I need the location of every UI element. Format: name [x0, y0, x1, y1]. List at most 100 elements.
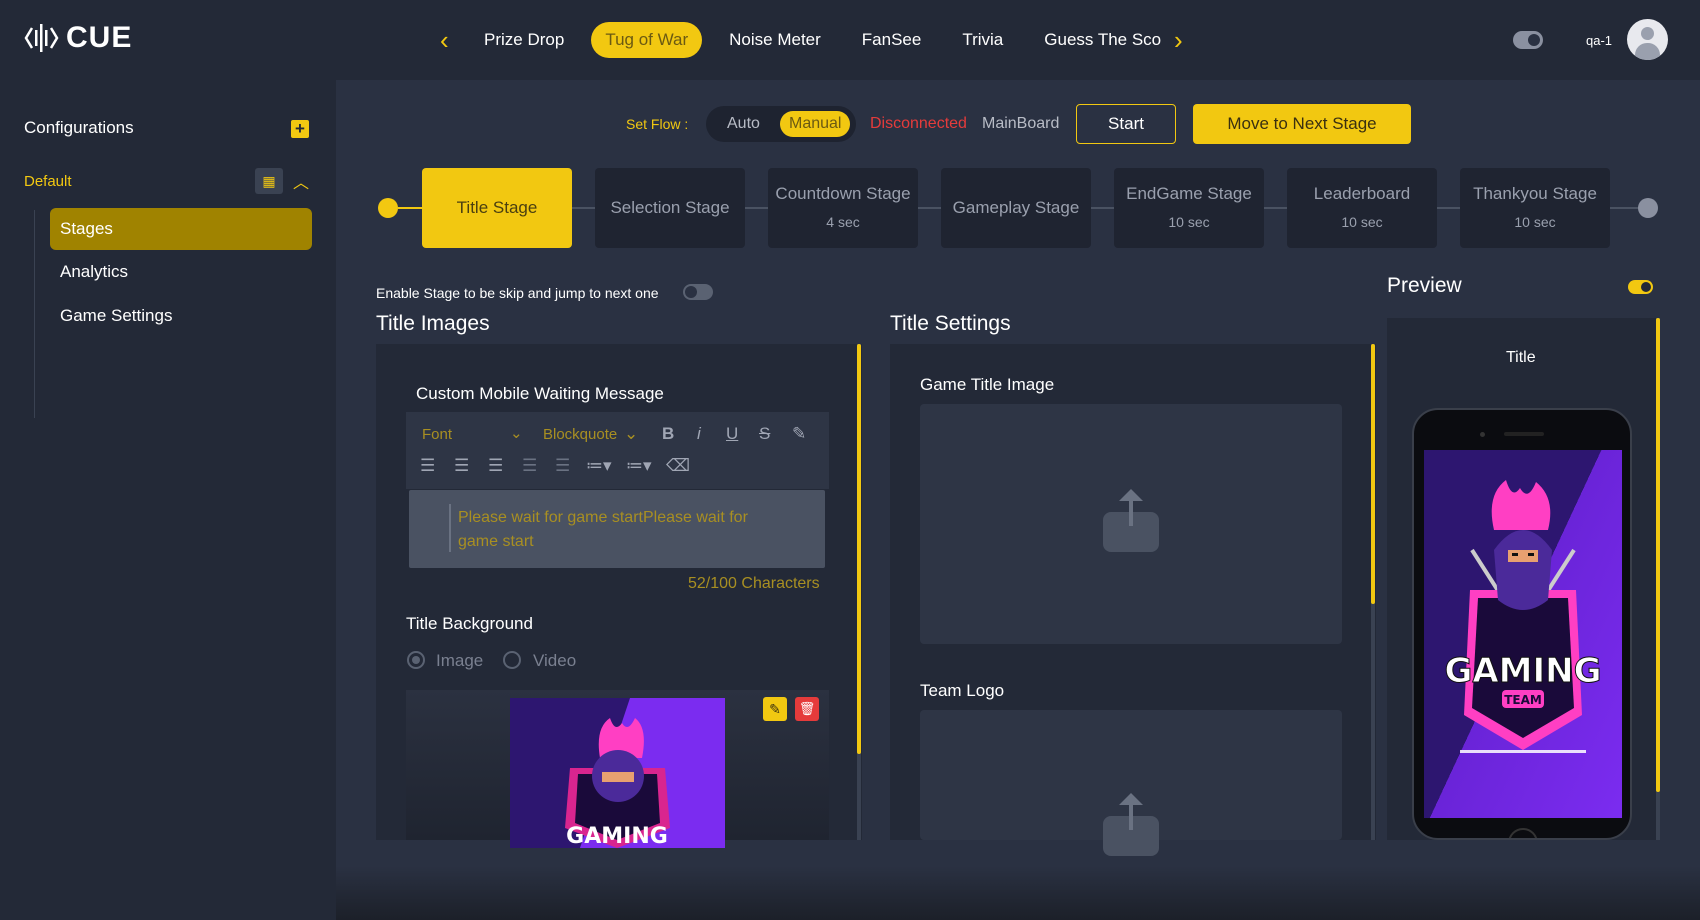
sidebar-item-game-settings[interactable]: Game Settings [50, 295, 312, 337]
skip-stage-toggle[interactable] [683, 284, 713, 300]
stage-title[interactable]: Title Stage [422, 168, 572, 248]
svg-text:GAMING: GAMING [566, 824, 668, 848]
sidebar: Configurations + Default ▦ ︿ Stages Anal… [0, 80, 336, 920]
strikethrough-icon[interactable]: S [759, 424, 770, 444]
scrollbar[interactable] [857, 344, 861, 754]
game-title-image-upload[interactable] [920, 404, 1342, 644]
tab-noise-meter[interactable]: Noise Meter [715, 22, 835, 58]
eraser-icon[interactable]: ⌫ [666, 456, 690, 476]
phone-speaker [1504, 432, 1544, 436]
sidebar-item-analytics[interactable]: Analytics [50, 251, 312, 293]
nav-prev-icon[interactable]: ‹ [440, 26, 449, 54]
board-name: MainBoard [982, 115, 1060, 132]
tab-tug-of-war[interactable]: Tug of War [591, 22, 703, 58]
stage-leaderboard[interactable]: Leaderboard 10 sec [1287, 168, 1437, 248]
game-title-image-label: Game Title Image [920, 375, 1055, 394]
stage-endgame[interactable]: EndGame Stage 10 sec [1114, 168, 1264, 248]
blockquote-select[interactable]: Blockquote [543, 426, 617, 443]
bold-icon[interactable]: B [662, 424, 674, 444]
cue-logo-icon [24, 24, 59, 52]
team-logo-label: Team Logo [920, 681, 1005, 700]
start-button[interactable]: Start [1076, 104, 1176, 144]
qr-code-icon[interactable]: ▦ [255, 168, 283, 194]
avatar[interactable] [1627, 19, 1668, 60]
sidebar-tree-line [34, 210, 35, 418]
team-text: TEAM [1504, 693, 1542, 707]
scrollbar[interactable] [1656, 318, 1660, 792]
flow-option-auto[interactable]: Auto [718, 111, 769, 137]
blockquote-bar [449, 504, 451, 552]
flow-option-manual[interactable]: Manual [780, 111, 851, 137]
delete-icon[interactable]: 🗑 [795, 697, 819, 721]
team-logo-upload[interactable] [920, 710, 1342, 856]
chevron-up-icon[interactable]: ︿ [293, 169, 309, 193]
italic-icon[interactable]: i [697, 424, 701, 444]
flow-mode-switch[interactable]: Auto Manual [706, 106, 856, 142]
logo[interactable]: CUE [24, 20, 132, 56]
phone-mockup: GAMING TEAM [1412, 408, 1632, 840]
align-right-icon[interactable]: ☰ [488, 456, 503, 476]
tab-prize-drop[interactable]: Prize Drop [470, 22, 578, 58]
config-group-label[interactable]: Default [24, 173, 72, 190]
outdent-icon[interactable]: ☰ [522, 456, 537, 476]
tab-trivia[interactable]: Trivia [948, 22, 1017, 58]
font-select[interactable]: Font [422, 426, 452, 443]
chevron-down-icon[interactable]: ⌄ [624, 424, 638, 444]
skip-stage-label: Enable Stage to be skip and jump to next… [376, 285, 659, 301]
tab-fansee[interactable]: FanSee [848, 22, 936, 58]
stage-name: Leaderboard [1313, 184, 1411, 203]
indent-icon[interactable]: ☰ [555, 456, 570, 476]
user-icon-body [1635, 43, 1660, 60]
chevron-down-icon[interactable]: ⌄ [510, 424, 523, 442]
phone-camera [1480, 432, 1485, 437]
radio-video-label[interactable]: Video [533, 651, 576, 671]
radio-video[interactable] [503, 651, 521, 669]
radio-image-label[interactable]: Image [436, 651, 483, 671]
theme-toggle[interactable] [1513, 31, 1543, 49]
top-bar: CUE ‹ Prize Drop Tug of War Noise Meter … [0, 0, 1700, 80]
editor-toolbar: Font ⌄ Blockquote ⌄ B i U S ✎ ☰ ☰ ☰ ☰ ☰ … [406, 412, 829, 489]
upload-arrow-head [1119, 489, 1143, 501]
stage-name: Selection Stage [610, 198, 730, 217]
nav-next-icon[interactable]: › [1174, 26, 1183, 54]
phone-screen: GAMING TEAM [1424, 450, 1622, 818]
preview-stage-title: Title [1506, 349, 1536, 366]
stage-end-dot [1638, 198, 1658, 218]
stage-start-dot [378, 198, 424, 218]
stage-thankyou[interactable]: Thankyou Stage 10 sec [1460, 168, 1610, 248]
stage-gameplay[interactable]: Gameplay Stage [941, 168, 1091, 248]
stage-selection[interactable]: Selection Stage [595, 168, 745, 248]
radio-image[interactable] [407, 651, 425, 669]
bullet-list-icon[interactable]: ≔▾ [626, 456, 652, 476]
gaming-team-logo: GAMING TEAM [1444, 480, 1602, 753]
move-to-next-stage-button[interactable]: Move to Next Stage [1193, 104, 1411, 144]
stage-countdown[interactable]: Countdown Stage 4 sec [768, 168, 918, 248]
sidebar-title: Configurations [24, 118, 134, 137]
user-icon [1641, 27, 1654, 40]
title-settings-heading: Title Settings [890, 312, 1011, 335]
stage-name: Countdown Stage [775, 184, 911, 203]
align-left-icon[interactable]: ☰ [420, 456, 435, 476]
preview-toggle[interactable] [1628, 280, 1653, 294]
add-configuration-button[interactable]: + [291, 120, 309, 138]
phone-home-button [1508, 828, 1538, 838]
connection-status: Disconnected [870, 115, 967, 132]
edit-icon[interactable]: ✎ [763, 697, 787, 721]
tab-guess-the-score[interactable]: Guess The Sco [1030, 22, 1162, 58]
waiting-message-label: Custom Mobile Waiting Message [416, 384, 664, 403]
stage-name: Title Stage [456, 198, 538, 217]
upload-arrow-head [1119, 793, 1143, 805]
brush-icon[interactable]: ✎ [792, 424, 806, 444]
waiting-message-editor[interactable]: Please wait for game startPlease wait fo… [409, 490, 825, 568]
title-background-label: Title Background [406, 614, 533, 633]
stage-name: EndGame Stage [1126, 184, 1252, 203]
align-center-icon[interactable]: ☰ [454, 456, 469, 476]
character-count: 52/100 Characters [688, 575, 820, 592]
scrollbar[interactable] [1371, 344, 1375, 604]
ordered-list-icon[interactable]: ≔▾ [586, 456, 612, 476]
waiting-message-text[interactable]: Please wait for game startPlease wait fo… [458, 506, 788, 554]
stage-name: Thankyou Stage [1473, 184, 1597, 203]
underline-icon[interactable]: U [726, 424, 738, 444]
preview-heading: Preview [1387, 274, 1462, 297]
sidebar-item-stages[interactable]: Stages [50, 208, 312, 250]
